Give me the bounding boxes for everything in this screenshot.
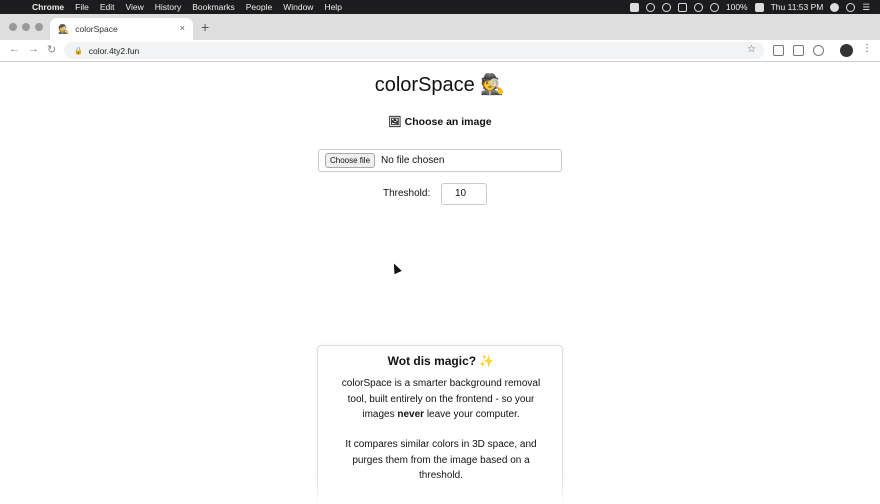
file-input[interactable]: Choose file No file chosen — [318, 149, 562, 172]
profile-avatar[interactable] — [840, 44, 853, 57]
menu-file[interactable]: File — [75, 2, 89, 12]
back-icon[interactable]: ← — [9, 43, 20, 55]
bookmark-star-icon[interactable]: ☆ — [747, 44, 756, 55]
list-icon[interactable]: ☰ — [862, 2, 870, 13]
dropbox-icon[interactable] — [629, 2, 639, 12]
pocket-icon[interactable] — [793, 45, 804, 56]
page-content: colorSpace 🕵 🖼 Choose an image Choose fi… — [0, 63, 880, 504]
menu-window[interactable]: Window — [283, 2, 313, 12]
info-p1-end: leave your computer. — [424, 409, 520, 420]
info-paragraph-1: colorSpace is a smarter background remov… — [334, 376, 548, 423]
minimize-window-icon[interactable] — [22, 23, 30, 31]
menu-kebab-icon[interactable]: ⋮ — [862, 43, 872, 54]
battery-percent[interactable]: 100% — [726, 2, 748, 12]
url-text: color.4ty2.fun — [88, 45, 140, 56]
forward-icon[interactable]: → — [28, 43, 39, 55]
extension-icon[interactable] — [813, 45, 824, 56]
page-title: colorSpace 🕵 — [374, 74, 506, 96]
sync-icon[interactable] — [645, 2, 655, 12]
close-window-icon[interactable] — [9, 23, 17, 31]
menu-app-chrome[interactable]: Chrome — [32, 2, 64, 12]
reload-icon[interactable]: ↻ — [47, 43, 56, 56]
clock[interactable]: Thu 11:53 PM — [771, 2, 824, 12]
drop-icon[interactable] — [693, 2, 703, 12]
menu-bookmarks[interactable]: Bookmarks — [192, 2, 235, 12]
threshold-label: Threshold: — [383, 188, 431, 199]
zoom-window-icon[interactable] — [35, 23, 43, 31]
user-icon[interactable] — [830, 2, 840, 12]
menu-people[interactable]: People — [246, 2, 272, 12]
menu-view[interactable]: View — [125, 2, 143, 12]
bottom-fade — [0, 474, 880, 504]
new-tab-button[interactable]: + — [201, 19, 209, 35]
info-title: Wot dis magic? ✨ — [387, 354, 495, 368]
wifi-icon[interactable] — [709, 2, 719, 12]
file-status-text: No file chosen — [381, 155, 445, 166]
menu-edit[interactable]: Edit — [100, 2, 115, 12]
search-icon[interactable] — [846, 2, 856, 12]
macos-menu-bar: Chrome File Edit View History Bookmarks … — [0, 0, 880, 14]
choose-image-heading: 🖼 Choose an image — [388, 116, 492, 128]
window-controls — [9, 23, 43, 31]
mouse-cursor-icon — [390, 261, 402, 275]
extension-icon[interactable] — [677, 2, 687, 12]
browser-toolbar: ← → ↻ 🔒 color.4ty2.fun ☆ ⋮ — [0, 40, 880, 62]
tab-favicon-icon: 🕵 — [58, 23, 70, 34]
tab-colorspace[interactable]: 🕵 colorSpace × — [50, 18, 193, 40]
circle-icon[interactable] — [661, 2, 671, 12]
address-bar[interactable]: 🔒 color.4ty2.fun ☆ — [64, 42, 764, 59]
tab-strip: 🕵 colorSpace × + — [0, 14, 880, 40]
cast-icon[interactable] — [773, 45, 784, 56]
choose-file-button[interactable]: Choose file — [325, 153, 376, 168]
info-p1-emphasis: never — [397, 409, 425, 420]
menu-help[interactable]: Help — [324, 2, 341, 12]
battery-icon[interactable] — [754, 2, 764, 12]
tab-title: colorSpace — [75, 24, 118, 34]
tab-close-icon[interactable]: × — [180, 23, 185, 33]
lock-icon: 🔒 — [74, 47, 83, 55]
menu-history[interactable]: History — [155, 2, 181, 12]
status-area: 100% Thu 11:53 PM ☰ — [629, 0, 870, 14]
threshold-input[interactable]: 10 — [441, 183, 487, 205]
